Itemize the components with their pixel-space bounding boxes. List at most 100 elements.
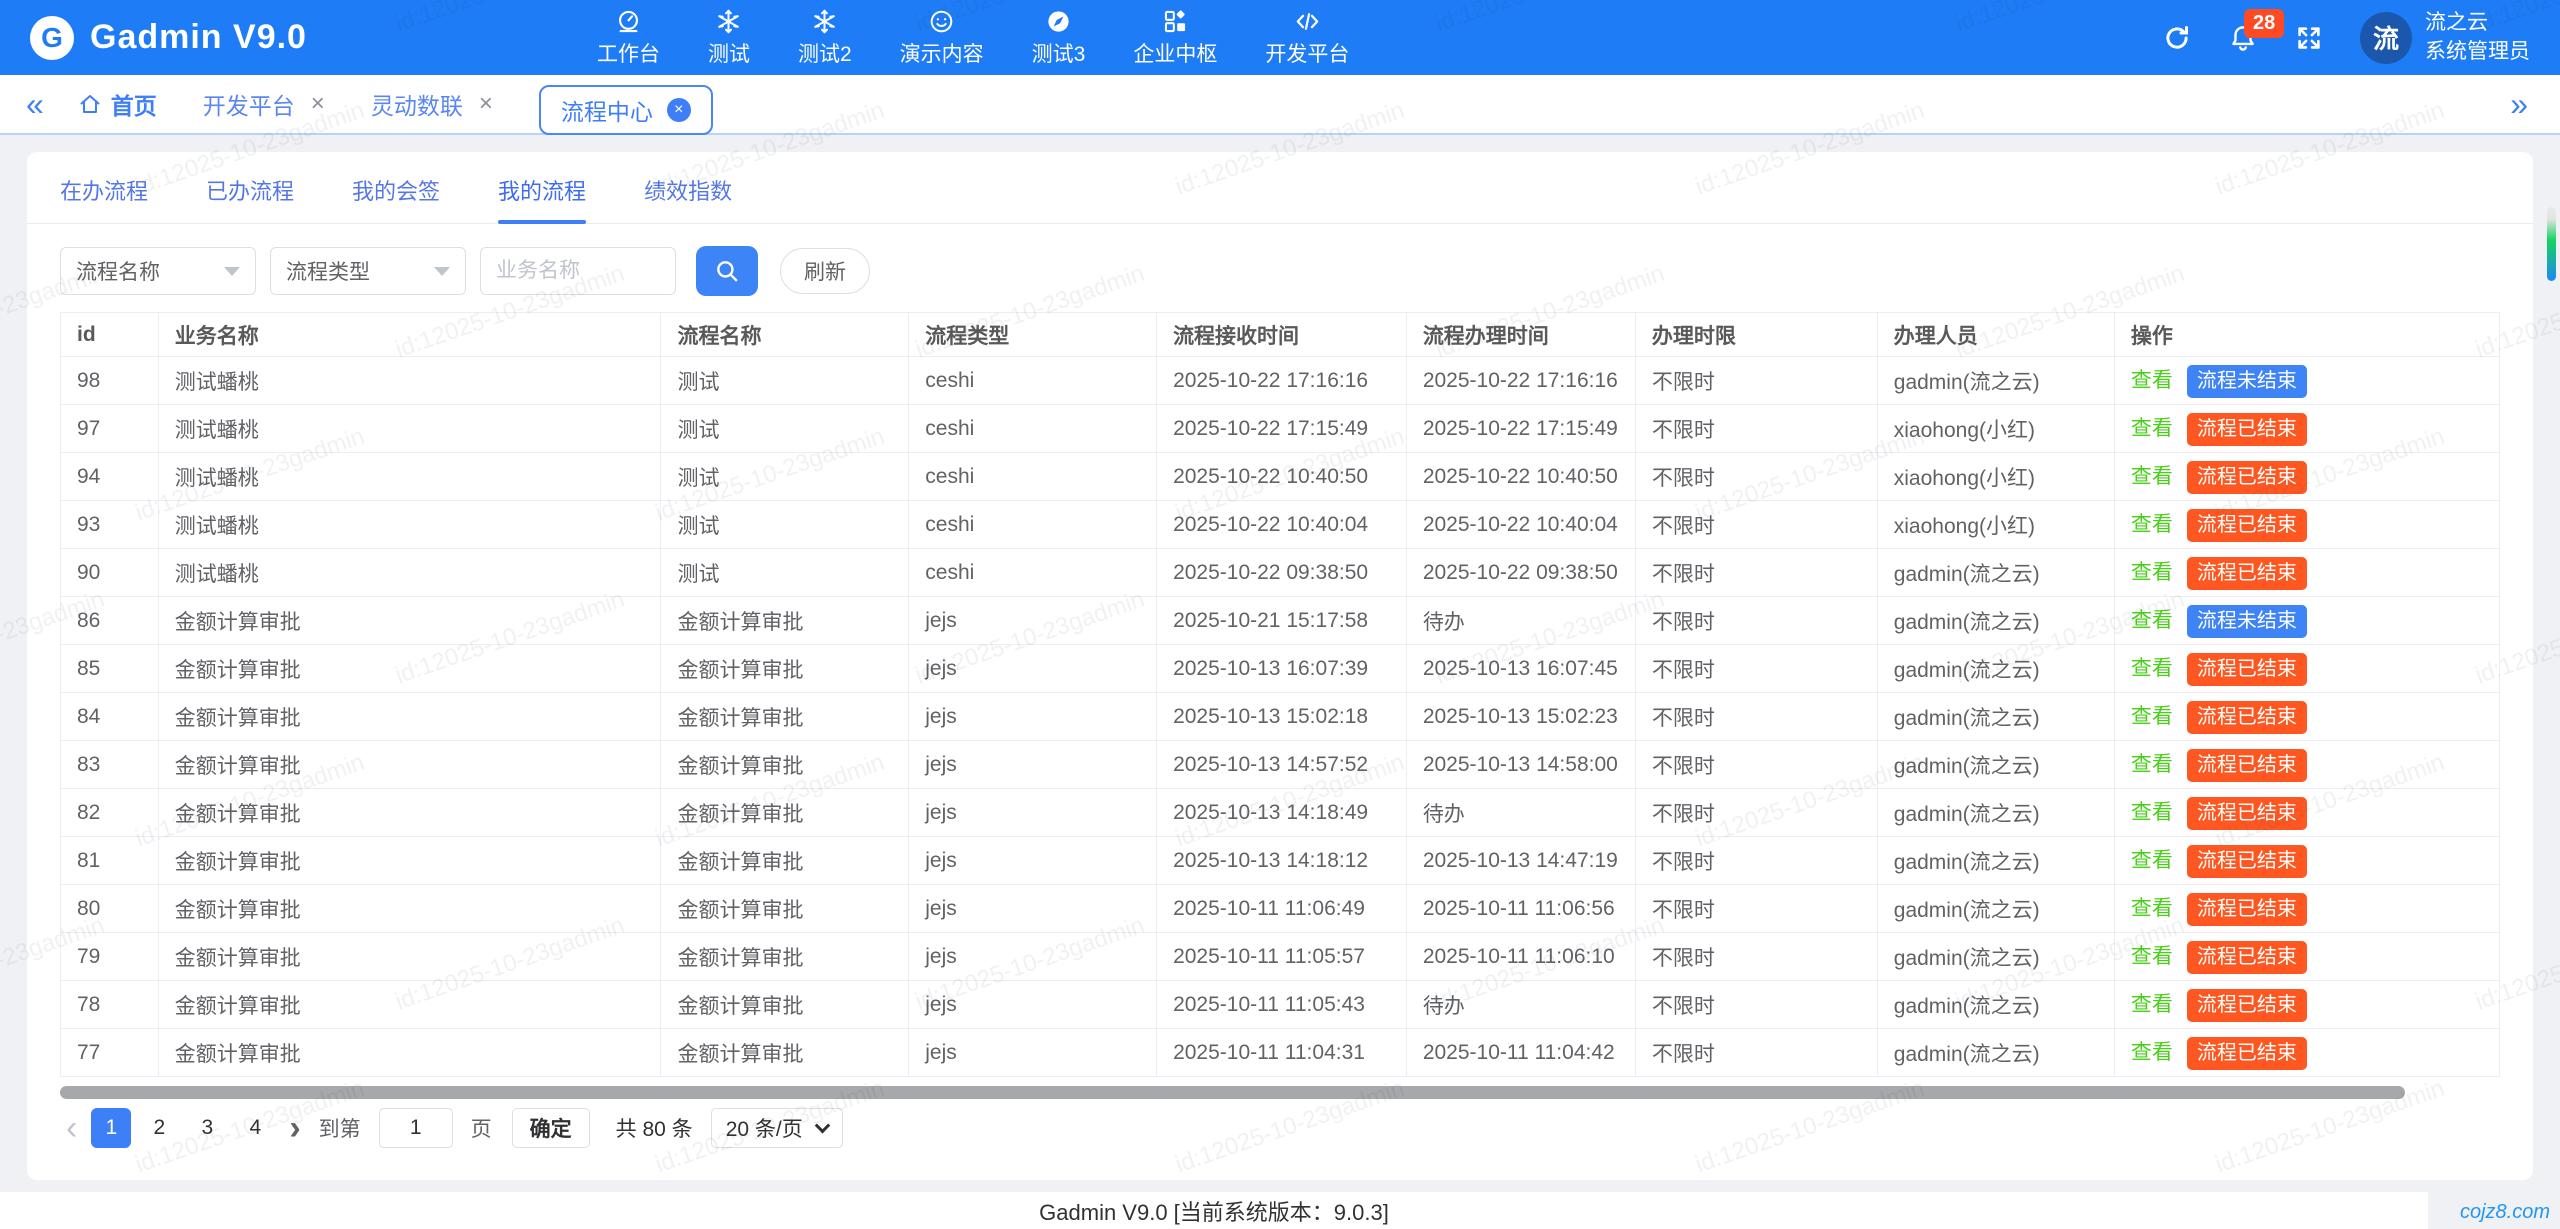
cell-limit: 不限时 [1635,405,1877,453]
jump-page-input[interactable] [379,1108,453,1148]
cell-handled: 2025-10-13 14:58:00 [1406,741,1635,789]
nav-item-7[interactable]: 开发平台 [1265,8,1349,68]
view-link[interactable]: 查看 [2131,849,2173,872]
view-link[interactable]: 查看 [2131,369,2173,392]
nav-item-label: 测试2 [798,38,852,68]
view-link[interactable]: 查看 [2131,465,2173,488]
nav-item-5[interactable]: 测试3 [1032,8,1086,68]
view-link[interactable]: 查看 [2131,993,2173,1016]
cell-type: ceshi [909,405,1157,453]
user-name: 流之云 [2425,9,2530,37]
cell-id: 93 [61,501,159,549]
notifications-bell-icon[interactable]: 28 [2228,23,2258,53]
nav-item-label: 企业中枢 [1133,38,1217,68]
search-button[interactable] [696,246,758,296]
header-nav: 工作台测试 测试2 演示内容 测试3 企业中枢 开发平台 [597,8,1349,68]
nav-item-4[interactable]: 演示内容 [900,8,984,68]
vertical-scrollbar-thumb[interactable] [2547,207,2556,281]
cell-type: jejs [909,933,1157,981]
cell-received: 2025-10-13 15:02:18 [1157,693,1407,741]
tab-1[interactable]: 首页 [78,87,157,121]
filter-row: 流程名称 流程类型 刷新 [60,246,2500,296]
subtab-2[interactable]: 已办流程 [206,174,294,223]
close-icon[interactable]: × [479,90,493,118]
avatar-char: 流 [2373,19,2399,56]
confirm-jump-button[interactable]: 确定 [512,1108,590,1148]
cell-process: 金额计算审批 [661,885,909,933]
page-size-select[interactable]: 20 条/页 [711,1108,843,1148]
cell-handled: 2025-10-22 10:40:50 [1406,453,1635,501]
table-row: 78金额计算审批金额计算审批jejs2025-10-11 11:05:43待办不… [61,981,2500,1029]
page-button-1[interactable]: 1 [91,1108,131,1148]
nav-item-3[interactable]: 测试2 [798,8,852,68]
cell-received: 2025-10-11 11:05:43 [1157,981,1407,1029]
subtab-3[interactable]: 我的会签 [352,174,440,223]
table-row: 98测试蟠桃测试ceshi2025-10-22 17:16:162025-10-… [61,357,2500,405]
refresh-list-button[interactable]: 刷新 [780,248,870,294]
subtab-4[interactable]: 我的流程 [498,174,586,223]
horizontal-scrollbar-thumb[interactable] [60,1086,2405,1099]
view-link[interactable]: 查看 [2131,705,2173,728]
page-button-4[interactable]: 4 [235,1108,275,1148]
view-link[interactable]: 查看 [2131,561,2173,584]
column-header-5: 流程接收时间 [1157,313,1407,357]
nav-item-2[interactable]: 测试 [708,8,750,68]
page-button-2[interactable]: 2 [139,1108,179,1148]
view-link[interactable]: 查看 [2131,897,2173,920]
horizontal-scrollbar-track [60,1086,2500,1099]
close-icon[interactable]: × [667,98,691,122]
cell-business: 测试蟠桃 [158,549,661,597]
user-menu[interactable]: 流 流之云 系统管理员 [2360,9,2530,66]
app-header: G Gadmin V9.0 工作台测试测试2演示内容测试3企业中枢开发平台 28… [0,0,2560,75]
cell-handler: xiaohong(小红) [1877,501,2114,549]
view-link[interactable]: 查看 [2131,801,2173,824]
subtab-5[interactable]: 绩效指数 [644,174,732,223]
cell-handler: gadmin(流之云) [1877,981,2114,1029]
cell-type: jejs [909,981,1157,1029]
table-row: 83金额计算审批金额计算审批jejs2025-10-13 14:57:52202… [61,741,2500,789]
cell-id: 90 [61,549,159,597]
cell-process: 测试 [661,453,909,501]
view-link[interactable]: 查看 [2131,609,2173,632]
cell-process: 测试 [661,357,909,405]
nav-item-label: 演示内容 [900,38,984,68]
view-link[interactable]: 查看 [2131,945,2173,968]
subtab-1[interactable]: 在办流程 [60,174,148,223]
code-icon [1294,8,1321,35]
cell-handled: 待办 [1406,981,1635,1029]
cell-actions: 查看流程已结束 [2114,933,2499,981]
tab-4[interactable]: 流程中心× [539,85,713,135]
tab-3[interactable]: 灵动数联× [371,87,493,121]
cell-limit: 不限时 [1635,1029,1877,1077]
cell-process: 金额计算审批 [661,789,909,837]
view-link[interactable]: 查看 [2131,513,2173,536]
view-link[interactable]: 查看 [2131,657,2173,680]
status-badge: 流程未结束 [2187,605,2307,638]
nav-item-6[interactable]: 企业中枢 [1133,8,1217,68]
fullscreen-icon[interactable] [2294,23,2324,53]
tab-2[interactable]: 开发平台× [203,87,325,121]
view-link[interactable]: 查看 [2131,417,2173,440]
cell-handler: gadmin(流之云) [1877,693,2114,741]
page-button-3[interactable]: 3 [187,1108,227,1148]
table-row: 84金额计算审批金额计算审批jejs2025-10-13 15:02:18202… [61,693,2500,741]
tabs-collapse-right-icon[interactable]: » [2510,88,2528,120]
prev-page-button[interactable]: ‹ [60,1111,83,1145]
process-type-select[interactable]: 流程类型 [270,247,466,295]
view-link[interactable]: 查看 [2131,753,2173,776]
cell-limit: 不限时 [1635,549,1877,597]
next-page-button[interactable]: › [283,1111,306,1145]
refresh-icon[interactable] [2162,23,2192,53]
cell-actions: 查看流程已结束 [2114,837,2499,885]
process-name-select[interactable]: 流程名称 [60,247,256,295]
tabs-collapse-left-icon[interactable]: « [26,88,44,120]
column-header-6: 流程办理时间 [1406,313,1635,357]
cell-id: 82 [61,789,159,837]
view-link[interactable]: 查看 [2131,1041,2173,1064]
cell-business: 金额计算审批 [158,933,661,981]
nav-item-label: 测试 [708,38,750,68]
business-name-input[interactable] [480,247,676,295]
close-icon[interactable]: × [311,90,325,118]
cell-type: jejs [909,1029,1157,1077]
nav-item-1[interactable]: 工作台 [597,8,660,68]
